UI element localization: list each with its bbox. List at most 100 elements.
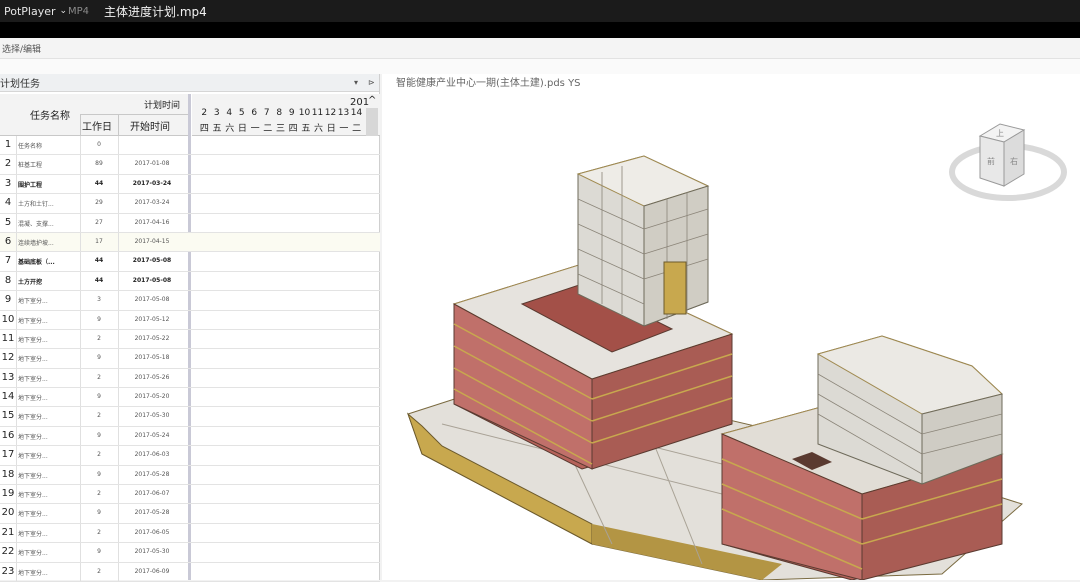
table-row[interactable]: 23 地下室分... 2 2017-06-09 [0, 562, 380, 582]
start-date-cell[interactable]: 2017-05-30 [120, 412, 184, 419]
table-row[interactable]: 4 土方和土钉... 29 2017-03-24 [0, 194, 380, 214]
start-date-cell[interactable]: 2017-05-30 [120, 548, 184, 555]
start-date-cell[interactable]: 2017-04-15 [120, 238, 184, 245]
task-name-cell[interactable]: 地下室分... [18, 529, 80, 538]
start-date-cell[interactable]: 2017-06-07 [120, 490, 184, 497]
table-row[interactable]: 8 土方开挖 44 2017-05-08 [0, 271, 380, 292]
duration-cell[interactable]: 89 [82, 160, 116, 167]
building-model[interactable]: 上 前 右 [382, 74, 1080, 580]
duration-cell[interactable]: 0 [82, 141, 116, 148]
duration-cell[interactable]: 44 [82, 257, 116, 264]
duration-cell[interactable]: 9 [82, 393, 116, 400]
table-row[interactable]: 5 混凝、支撑... 27 2017-04-16 [0, 213, 380, 233]
scrollbar-thumb[interactable] [366, 108, 378, 136]
duration-cell[interactable]: 2 [82, 451, 116, 458]
start-date-cell[interactable]: 2017-05-20 [120, 393, 184, 400]
start-date-cell[interactable]: 2017-05-26 [120, 374, 184, 381]
start-date-cell[interactable]: 2017-05-24 [120, 432, 184, 439]
task-name-cell[interactable]: 土方和土钉... [18, 199, 80, 208]
table-row[interactable]: 14 地下室分... 9 2017-05-20 [0, 388, 380, 408]
table-row[interactable]: 17 地下室分... 2 2017-06-03 [0, 446, 380, 466]
table-row[interactable]: 16 地下室分... 9 2017-05-24 [0, 426, 380, 447]
duration-cell[interactable]: 9 [82, 432, 116, 439]
col-task-name[interactable]: 任务名称 [30, 107, 70, 122]
table-row[interactable]: 6 连续墙护坡... 17 2017-04-15 [0, 232, 380, 253]
duration-cell[interactable]: 2 [82, 568, 116, 575]
col-duration[interactable]: 工作日 [82, 118, 112, 133]
start-date-cell[interactable]: 2017-05-18 [120, 354, 184, 361]
task-name-cell[interactable]: 地下室分... [18, 509, 80, 518]
table-row[interactable]: 22 地下室分... 9 2017-05-30 [0, 543, 380, 563]
task-name-cell[interactable]: 地下室分... [18, 335, 80, 344]
duration-cell[interactable]: 9 [82, 316, 116, 323]
task-name-cell[interactable]: 围护工程 [18, 180, 80, 189]
duration-cell[interactable]: 17 [82, 238, 116, 245]
table-row[interactable]: 10 地下室分... 9 2017-05-12 [0, 310, 380, 330]
start-date-cell[interactable]: 2017-05-28 [120, 509, 184, 516]
duration-cell[interactable]: 9 [82, 548, 116, 555]
start-date-cell[interactable]: 2017-05-22 [120, 335, 184, 342]
table-row[interactable]: 9 地下室分... 3 2017-05-08 [0, 291, 380, 311]
pin-icon[interactable]: ▾ [354, 78, 358, 87]
table-row[interactable]: 18 地下室分... 9 2017-05-28 [0, 465, 380, 486]
table-row[interactable]: 13 地下室分... 2 2017-05-26 [0, 368, 380, 389]
duration-cell[interactable]: 9 [82, 354, 116, 361]
collapse-icon[interactable]: ⊳ [368, 78, 375, 87]
table-row[interactable]: 2 桩基工程 89 2017-01-08 [0, 155, 380, 175]
table-row[interactable]: 21 地下室分... 2 2017-06-05 [0, 523, 380, 544]
model-viewport[interactable]: 智能健康产业中心一期(主体土建).pds YS 上 前 右 [382, 74, 1080, 580]
task-name-cell[interactable]: 地下室分... [18, 354, 80, 363]
table-row[interactable]: 19 地下室分... 2 2017-06-07 [0, 485, 380, 505]
table-row[interactable]: 3 围护工程 44 2017-03-24 [0, 174, 380, 195]
duration-cell[interactable]: 9 [82, 509, 116, 516]
duration-cell[interactable]: 9 [82, 471, 116, 478]
table-row[interactable]: 11 地下室分... 2 2017-05-22 [0, 329, 380, 350]
view-cube-icon[interactable]: 上 前 右 [949, 123, 1067, 201]
task-name-cell[interactable]: 任务名称 [18, 141, 80, 150]
task-name-cell[interactable]: 地下室分... [18, 490, 80, 499]
col-start[interactable]: 开始时间 [130, 118, 170, 133]
task-name-cell[interactable]: 地下室分... [18, 393, 80, 402]
start-date-cell[interactable]: 2017-06-09 [120, 568, 184, 575]
task-name-cell[interactable]: 连续墙护坡... [18, 238, 80, 247]
task-name-cell[interactable]: 桩基工程 [18, 160, 80, 169]
task-name-cell[interactable]: 地下室分... [18, 316, 80, 325]
duration-cell[interactable]: 2 [82, 490, 116, 497]
duration-cell[interactable]: 44 [82, 277, 116, 284]
start-date-cell[interactable]: 2017-05-08 [120, 277, 184, 284]
start-date-cell[interactable]: 2017-06-05 [120, 529, 184, 536]
start-date-cell[interactable]: 2017-05-08 [120, 257, 184, 264]
duration-cell[interactable]: 2 [82, 335, 116, 342]
table-row[interactable]: 7 基础底板（... 44 2017-05-08 [0, 252, 380, 272]
table-row[interactable]: 15 地下室分... 2 2017-05-30 [0, 407, 380, 427]
duration-cell[interactable]: 27 [82, 219, 116, 226]
task-name-cell[interactable]: 地下室分... [18, 471, 80, 480]
task-name-cell[interactable]: 土方开挖 [18, 277, 80, 286]
task-name-cell[interactable]: 混凝、支撑... [18, 219, 80, 228]
start-date-cell[interactable]: 2017-03-24 [120, 199, 184, 206]
start-date-cell[interactable]: 2017-03-24 [120, 180, 184, 187]
duration-cell[interactable]: 2 [82, 412, 116, 419]
start-date-cell[interactable]: 2017-05-12 [120, 316, 184, 323]
duration-cell[interactable]: 3 [82, 296, 116, 303]
task-name-cell[interactable]: 地下室分... [18, 432, 80, 441]
table-row[interactable]: 20 地下室分... 9 2017-05-28 [0, 504, 380, 524]
start-date-cell[interactable]: 2017-05-28 [120, 471, 184, 478]
duration-cell[interactable]: 2 [82, 374, 116, 381]
task-name-cell[interactable]: 地下室分... [18, 412, 80, 421]
task-name-cell[interactable]: 地下室分... [18, 296, 80, 305]
task-name-cell[interactable]: 基础底板（... [18, 257, 80, 266]
chevron-up-icon[interactable]: ^ [368, 95, 376, 106]
table-row[interactable]: 1 任务名称 0 [0, 136, 380, 156]
duration-cell[interactable]: 29 [82, 199, 116, 206]
start-date-cell[interactable]: 2017-06-03 [120, 451, 184, 458]
start-date-cell[interactable]: 2017-05-08 [120, 296, 184, 303]
toolbar-select-edit[interactable]: 选择/编辑 [2, 45, 41, 55]
task-name-cell[interactable]: 地下室分... [18, 548, 80, 557]
start-date-cell[interactable]: 2017-01-08 [120, 160, 184, 167]
task-name-cell[interactable]: 地下室分... [18, 568, 80, 577]
duration-cell[interactable]: 44 [82, 180, 116, 187]
task-name-cell[interactable]: 地下室分... [18, 451, 80, 460]
duration-cell[interactable]: 2 [82, 529, 116, 536]
task-name-cell[interactable]: 地下室分... [18, 374, 80, 383]
